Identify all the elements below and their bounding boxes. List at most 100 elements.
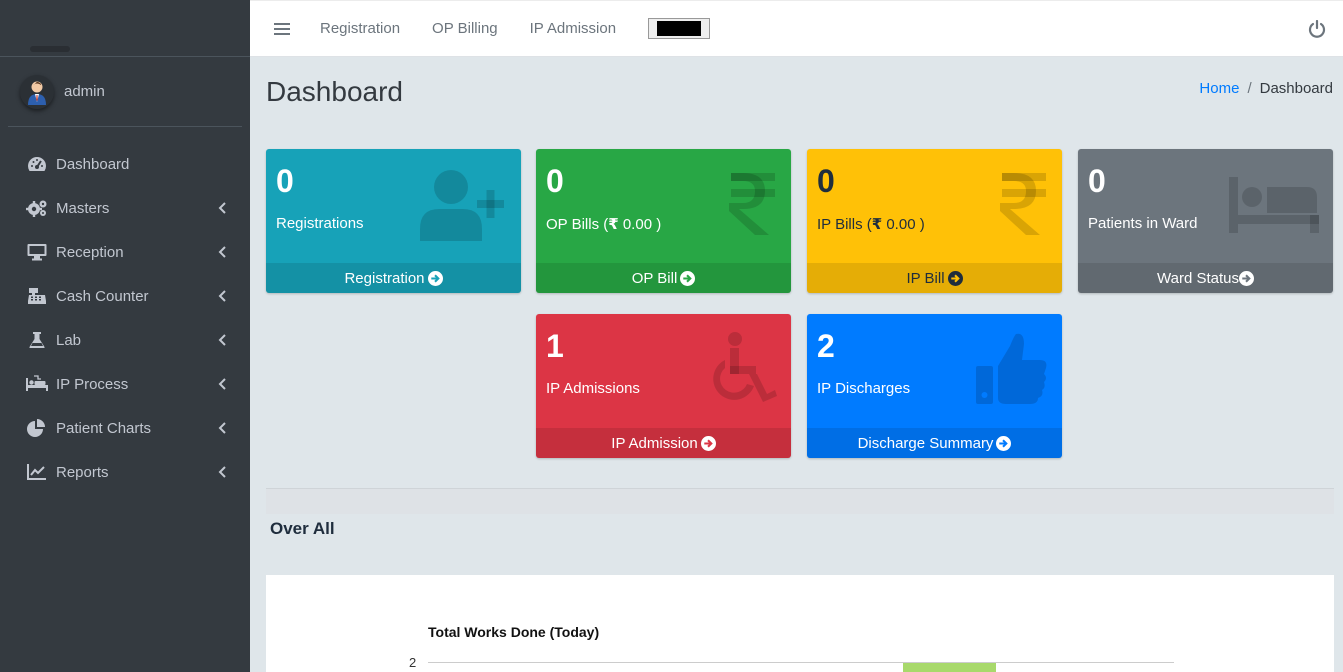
sidebar-item-label: IP Process [56, 375, 129, 393]
section-title: Over All [270, 519, 335, 538]
y-tick-label: 2 [409, 655, 416, 670]
ward-count: 0 [1088, 163, 1106, 199]
avatar[interactable] [20, 74, 54, 109]
sidebar-nav: Dashboard Masters Reception Cash Counter [0, 142, 250, 494]
ip-bills-label-end: ) [915, 216, 925, 233]
rupee-icon [729, 173, 775, 235]
bar-chart: 2 [409, 655, 1174, 672]
chart-card: Total Works Done (Today) 2 [266, 575, 1334, 672]
op-bills-label-end: ) [652, 216, 662, 233]
registrations-label: Registrations [276, 215, 364, 232]
ip-admission-link[interactable]: IP Admission [536, 428, 791, 458]
tachometer-icon [26, 154, 48, 174]
op-bill-link-label: OP Bill [631, 269, 678, 287]
sidebar-item-label: Reports [56, 463, 109, 481]
section-divider [266, 488, 1334, 514]
arrow-circle-right-icon [680, 270, 696, 286]
ip-discharges-card: 2 IP Discharges Discharge Summary [807, 314, 1062, 458]
ip-discharges-count: 2 [817, 328, 835, 364]
ip-admission-link-label: IP Admission [611, 434, 698, 452]
chart-bar[interactable] [903, 663, 996, 672]
flask-icon [26, 330, 48, 350]
sidebar-item-lab[interactable]: Lab [0, 318, 250, 362]
page-title: Dashboard [266, 76, 403, 107]
sidebar-item-dashboard[interactable]: Dashboard [0, 142, 250, 186]
rupee-icon [1000, 173, 1046, 235]
ip-admissions-card: 1 IP Admissions IP Admission [536, 314, 791, 458]
sidebar-item-label: Cash Counter [56, 287, 149, 305]
breadcrumb: Home / Dashboard [1199, 80, 1333, 97]
sidebar-item-reception[interactable]: Reception [0, 230, 250, 274]
ward-status-link-label: Ward Status [1157, 269, 1239, 287]
discharge-summary-link-label: Discharge Summary [857, 434, 994, 452]
arrow-circle-right-icon [1238, 270, 1254, 286]
top-link-ip-admission[interactable]: IP Admission [530, 20, 616, 37]
chevron-left-icon [218, 202, 226, 214]
arrow-circle-right-icon [996, 435, 1012, 451]
ip-bill-link-label: IP Bill [906, 269, 945, 287]
sidebar-item-reports[interactable]: Reports [0, 450, 250, 494]
arrow-circle-right-icon [427, 270, 443, 286]
chevron-left-icon [218, 466, 226, 478]
op-bills-amount: 0.00 [622, 216, 653, 233]
desktop-icon [26, 242, 48, 262]
thumbs-up-icon [976, 333, 1047, 404]
breadcrumb-current: Dashboard [1259, 80, 1333, 97]
sidebar-item-ip-process[interactable]: IP Process [0, 362, 250, 406]
sidebar-item-patient-charts[interactable]: Patient Charts [0, 406, 250, 450]
op-bills-card: 0 OP Bills (₹ 0.00 ) OP Bill [536, 149, 791, 293]
registrations-card: 0 Registrations Registration [266, 149, 521, 293]
user-name[interactable]: admin [64, 83, 105, 100]
redacted-element[interactable] [648, 18, 711, 39]
chevron-left-icon [218, 290, 226, 302]
arrow-circle-right-icon [700, 435, 716, 451]
breadcrumb-separator: / [1247, 80, 1252, 97]
user-avatar-icon [28, 81, 46, 105]
sidebar-item-label: Reception [56, 243, 124, 261]
procedures-icon [26, 374, 48, 394]
op-bills-label: OP Bills (₹ 0.00 ) [546, 215, 661, 233]
wheelchair-icon [713, 332, 777, 402]
op-bills-count: 0 [546, 163, 564, 199]
ip-bills-amount: 0.00 [886, 216, 916, 233]
top-link-registration[interactable]: Registration [320, 20, 400, 37]
ward-card: 0 Patients in Ward Ward Status [1078, 149, 1333, 293]
arrow-circle-right-icon [947, 270, 963, 286]
ip-admissions-label: IP Admissions [546, 380, 640, 397]
chevron-left-icon [218, 334, 226, 346]
ward-label: Patients in Ward [1088, 215, 1198, 232]
brand-logo[interactable] [30, 46, 70, 52]
ip-bills-card: 0 IP Bills (₹ 0.00 ) IP Bill [807, 149, 1062, 293]
ward-status-link[interactable]: Ward Status [1078, 263, 1333, 293]
discharge-summary-link[interactable]: Discharge Summary [807, 428, 1062, 458]
ip-bills-count: 0 [817, 163, 835, 199]
chart-line-icon [26, 462, 48, 482]
chart-pie-icon [26, 418, 48, 438]
user-plus-icon [420, 170, 504, 241]
ip-bills-label-text: IP Bills ( [817, 216, 872, 233]
breadcrumb-home-link[interactable]: Home [1199, 80, 1239, 97]
menu-toggle-icon[interactable] [274, 20, 290, 38]
sidebar-item-masters[interactable]: Masters [0, 186, 250, 230]
top-link-op-billing[interactable]: OP Billing [432, 20, 498, 37]
ip-bill-link[interactable]: IP Bill [807, 263, 1062, 293]
sidebar-item-label: Lab [56, 331, 82, 349]
chevron-left-icon [218, 422, 226, 434]
power-icon[interactable] [1308, 20, 1326, 38]
cash-register-icon [26, 286, 48, 306]
ip-bills-label: IP Bills (₹ 0.00 ) [817, 215, 925, 233]
op-bill-link[interactable]: OP Bill [536, 263, 791, 293]
brand-area [0, 0, 250, 57]
sidebar-item-label: Patient Charts [56, 419, 152, 437]
sidebar-item-label: Dashboard [56, 155, 130, 173]
op-bills-label-text: OP Bills ( [546, 216, 609, 233]
user-panel[interactable]: admin [8, 57, 242, 127]
rupee-icon: ₹ [871, 216, 883, 233]
rupee-icon: ₹ [608, 216, 619, 233]
bed-icon [1229, 177, 1319, 233]
cogs-icon [26, 198, 48, 218]
registration-link[interactable]: Registration [266, 263, 521, 293]
chevron-left-icon [218, 246, 226, 258]
ip-admissions-count: 1 [546, 328, 564, 364]
sidebar-item-cash-counter[interactable]: Cash Counter [0, 274, 250, 318]
